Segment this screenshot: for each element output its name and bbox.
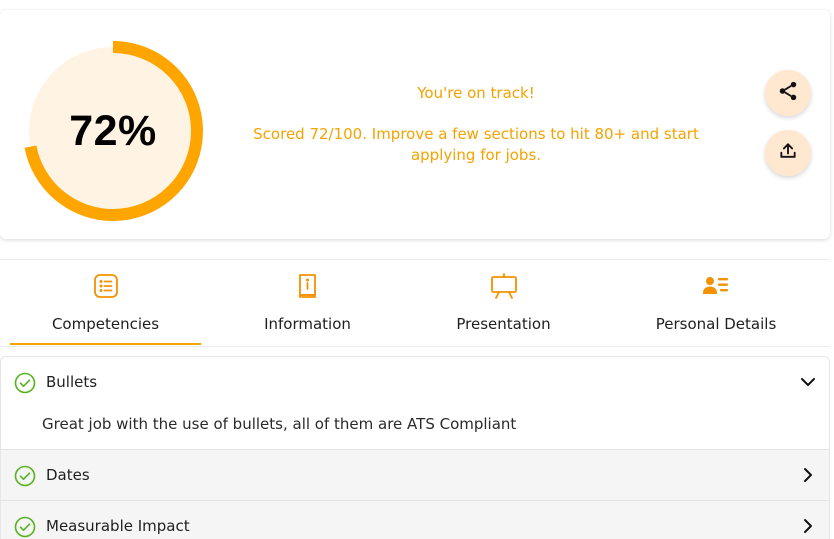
- export-button[interactable]: [765, 130, 811, 176]
- tab-label: Presentation: [456, 315, 551, 333]
- chevron-down-icon: [799, 373, 817, 391]
- score-message: Scored 72/100. Improve a few sections to…: [253, 125, 699, 164]
- accordion-title: Bullets: [46, 373, 98, 391]
- accordion-header-dates[interactable]: Dates: [1, 450, 829, 500]
- book-icon: [293, 271, 323, 301]
- share-icon: [777, 80, 799, 106]
- chevron-right-icon: [799, 466, 817, 484]
- list-icon: [91, 271, 121, 301]
- tab-label: Information: [264, 315, 351, 333]
- upload-icon: [778, 141, 798, 165]
- resume-score-page: 72% You're on track! Scored 72/100. Impr…: [0, 0, 834, 539]
- accordion-title: Dates: [46, 466, 90, 484]
- score-status: You're on track!: [417, 84, 535, 102]
- share-button[interactable]: [765, 70, 811, 116]
- tab-competencies[interactable]: Competencies: [10, 260, 201, 347]
- tab-label: Personal Details: [655, 315, 777, 333]
- check-circle-icon: [14, 372, 36, 394]
- accordion-item-bullets: Bullets Great job with the use of bullet…: [1, 357, 829, 449]
- feedback-accordion: Bullets Great job with the use of bullet…: [0, 356, 830, 539]
- contact-card-icon: [701, 271, 731, 301]
- score-value: 72%: [69, 106, 157, 155]
- tab-information[interactable]: Information: [212, 260, 403, 347]
- chevron-right-icon: [799, 517, 817, 535]
- check-circle-icon: [14, 465, 36, 487]
- accordion-title: Measurable Impact: [46, 517, 190, 535]
- accordion-item-measurable-impact: Measurable Impact: [1, 500, 829, 539]
- accordion-header-bullets[interactable]: Bullets: [1, 357, 829, 407]
- tab-label: Competencies: [51, 315, 160, 333]
- check-circle-icon: [14, 516, 36, 538]
- accordion-header-measurable-impact[interactable]: Measurable Impact: [1, 501, 829, 539]
- accordion-body-bullets: Great job with the use of bullets, all o…: [42, 415, 517, 433]
- accordion-item-dates: Dates: [1, 449, 829, 500]
- section-tabs: Competencies Information Presentation Pe…: [0, 259, 830, 347]
- tab-presentation[interactable]: Presentation: [408, 260, 599, 347]
- presentation-board-icon: [489, 271, 519, 301]
- score-card: 72% You're on track! Scored 72/100. Impr…: [0, 10, 830, 239]
- tab-personal-details[interactable]: Personal Details: [606, 260, 826, 347]
